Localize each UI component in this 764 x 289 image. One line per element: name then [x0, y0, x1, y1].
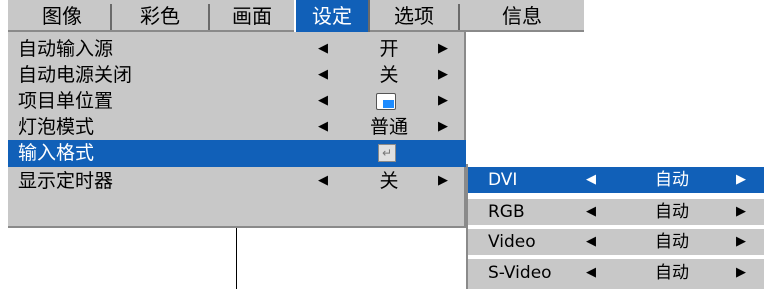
- tab-settings[interactable]: 设定: [294, 0, 370, 32]
- submenu-item-label: S-Video: [488, 263, 552, 283]
- submenu-item-label: Video: [488, 232, 536, 252]
- submenu-item-video[interactable]: Video ◀ 自动 ▶: [466, 229, 764, 255]
- right-arrow-icon[interactable]: ▶: [436, 114, 450, 140]
- submenu-item-value: 自动: [655, 170, 689, 190]
- menu-item-auto-power-off[interactable]: 自动电源关闭 ◀ 关 ▶: [8, 62, 466, 88]
- tab-image[interactable]: 图像: [14, 0, 110, 32]
- left-arrow-icon[interactable]: ◀: [316, 114, 330, 140]
- menu-item-value: 普通: [369, 116, 408, 138]
- right-arrow-icon[interactable]: ▶: [736, 167, 746, 193]
- menu-item-value: 开: [379, 38, 399, 60]
- menu-item-display-timer[interactable]: 显示定时器 ◀ 关 ▶: [8, 168, 466, 194]
- left-arrow-icon[interactable]: ◀: [586, 167, 596, 193]
- menu-item-label: 自动输入源: [18, 38, 114, 60]
- menu-item-label: 自动电源关闭: [18, 64, 133, 86]
- tab-info[interactable]: 信息: [460, 0, 584, 32]
- right-arrow-icon[interactable]: ▶: [736, 229, 746, 255]
- left-arrow-icon[interactable]: ◀: [316, 168, 330, 194]
- menu-item-menu-position[interactable]: 项目单位置 ◀ ▶: [8, 88, 466, 114]
- left-arrow-icon[interactable]: ◀: [316, 36, 330, 62]
- right-arrow-icon[interactable]: ▶: [436, 36, 450, 62]
- menu-item-value: 关: [379, 170, 399, 192]
- right-arrow-icon[interactable]: ▶: [736, 259, 746, 287]
- menu-item-value: 关: [379, 64, 399, 86]
- submenu-item-rgb[interactable]: RGB ◀ 自动 ▶: [466, 199, 764, 225]
- right-arrow-icon[interactable]: ▶: [436, 168, 450, 194]
- menu-item-lamp-mode[interactable]: 灯泡模式 ◀ 普通 ▶: [8, 114, 466, 140]
- enter-icon[interactable]: ↵: [378, 144, 396, 162]
- right-arrow-icon[interactable]: ▶: [736, 199, 746, 225]
- submenu-item-dvi[interactable]: DVI ◀ 自动 ▶: [466, 167, 764, 193]
- left-arrow-icon[interactable]: ◀: [586, 229, 596, 255]
- tab-options[interactable]: 选项: [370, 0, 458, 32]
- menu-item-label: 输入格式: [18, 142, 95, 164]
- divider-line: [236, 228, 237, 289]
- left-arrow-icon[interactable]: ◀: [316, 88, 330, 114]
- left-arrow-icon[interactable]: ◀: [316, 62, 330, 88]
- left-arrow-icon[interactable]: ◀: [586, 259, 596, 287]
- submenu-item-value: 自动: [655, 232, 689, 252]
- submenu-item-label: DVI: [488, 170, 518, 190]
- menu-item-auto-input-source[interactable]: 自动输入源 ◀ 开 ▶: [8, 36, 466, 62]
- right-arrow-icon[interactable]: ▶: [436, 62, 450, 88]
- submenu-item-s-video[interactable]: S-Video ◀ 自动 ▶: [466, 259, 764, 289]
- left-arrow-icon[interactable]: ◀: [586, 199, 596, 225]
- submenu-item-value: 自动: [655, 263, 689, 283]
- menu-item-input-format[interactable]: 输入格式 ↵: [8, 140, 466, 167]
- menu-item-label: 灯泡模式: [18, 116, 95, 138]
- submenu-item-label: RGB: [488, 202, 525, 222]
- tab-screen[interactable]: 画面: [210, 0, 294, 32]
- submenu-item-value: 自动: [655, 202, 689, 222]
- tab-color[interactable]: 彩色: [112, 0, 208, 32]
- position-icon: [376, 93, 396, 110]
- right-arrow-icon[interactable]: ▶: [436, 88, 450, 114]
- menu-item-label: 项目单位置: [18, 90, 114, 112]
- menu-item-label: 显示定时器: [18, 170, 114, 192]
